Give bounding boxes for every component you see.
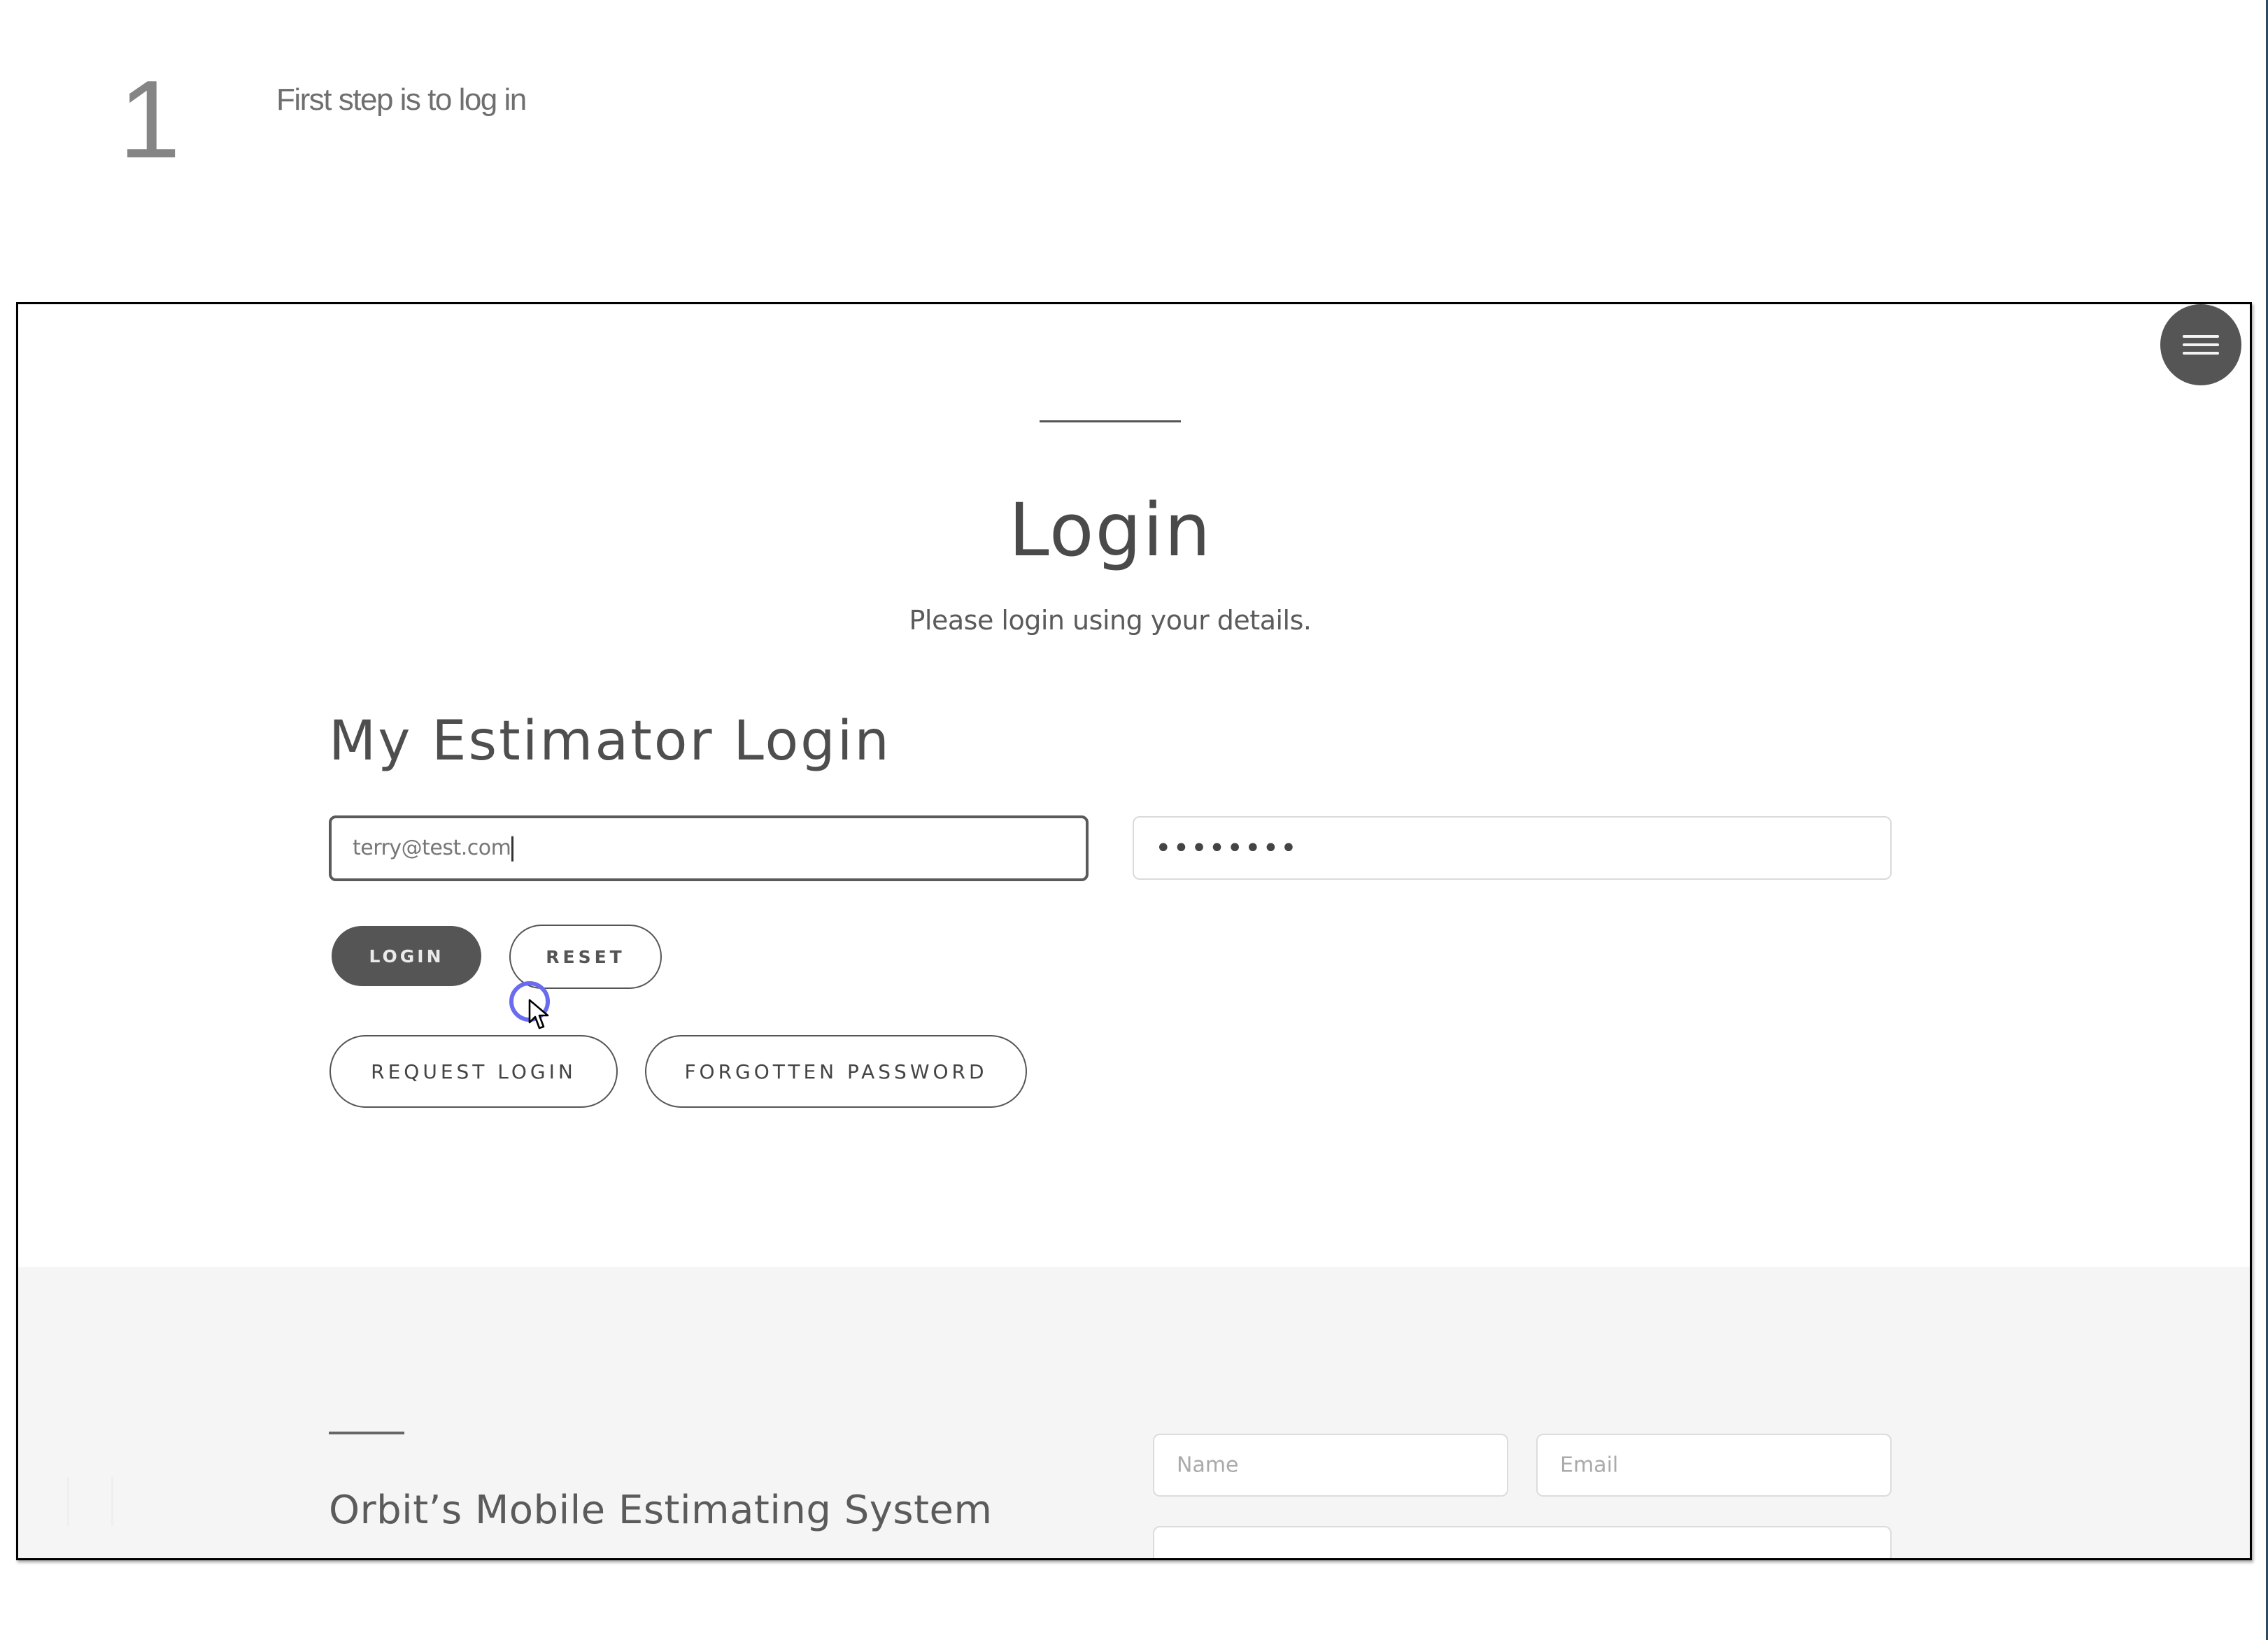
mouse-pointer-icon [528, 999, 549, 1029]
faded-decoration [67, 1477, 113, 1526]
text-caret [511, 836, 514, 862]
reset-button[interactable]: RESET [509, 925, 662, 989]
step-caption: First step is to log in [276, 83, 527, 117]
password-field[interactable]: •••••••• [1133, 816, 1892, 880]
login-button[interactable]: LOGIN [332, 926, 481, 986]
title-divider [1040, 420, 1181, 422]
email-placeholder: Email [1560, 1453, 1619, 1478]
email-field[interactable]: terry@test.com [329, 815, 1089, 881]
login-form-title: My Estimator Login [329, 710, 891, 773]
menu-button[interactable] [2160, 304, 2241, 385]
contact-message-input[interactable]: M [1153, 1526, 1892, 1558]
contact-name-input[interactable]: Name [1153, 1434, 1508, 1497]
password-value: •••••••• [1155, 832, 1298, 864]
about-section: Orbit’s Mobile Estimating System Name Em… [18, 1267, 2250, 1558]
name-placeholder: Name [1177, 1453, 1239, 1478]
page-title: Login [1008, 487, 1212, 573]
section-title: Orbit’s Mobile Estimating System [329, 1488, 993, 1533]
step-number: 1 [119, 58, 180, 181]
contact-email-input[interactable]: Email [1536, 1434, 1892, 1497]
section-divider [329, 1432, 404, 1434]
page-subtitle: Please login using your details. [909, 605, 1312, 636]
request-login-button[interactable]: REQUEST LOGIN [329, 1035, 618, 1108]
hamburger-menu-icon [2183, 335, 2219, 355]
forgotten-password-button[interactable]: FORGOTTEN PASSWORD [645, 1035, 1027, 1108]
browser-screenshot-frame: Login Please login using your details. M… [16, 302, 2252, 1560]
email-value: terry@test.com [353, 835, 511, 860]
